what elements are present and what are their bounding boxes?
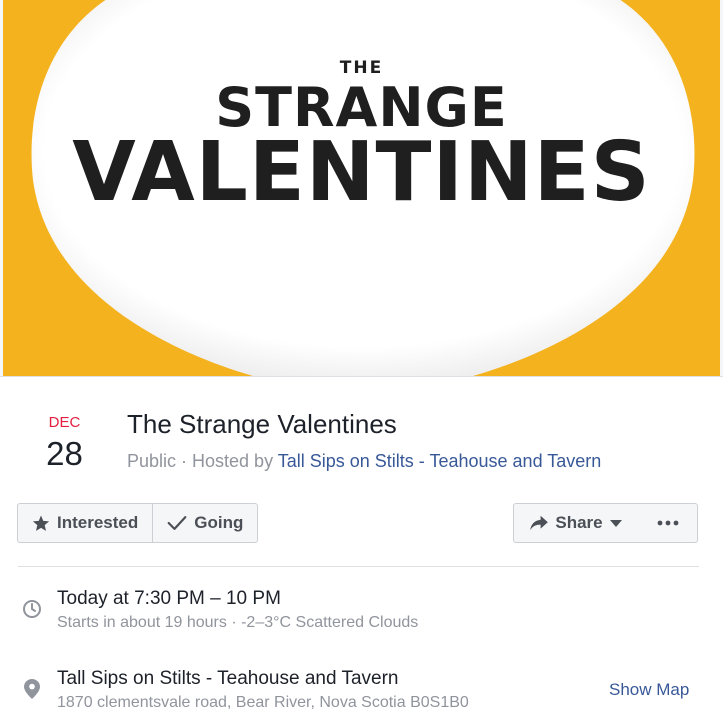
show-map-link[interactable]: Show Map (609, 680, 689, 700)
event-date-month: DEC (48, 414, 81, 431)
more-options-button[interactable] (638, 503, 698, 543)
event-time-detail: Starts in about 19 hours · -2–3°C Scatte… (57, 614, 419, 631)
rsvp-button-group: Interested Going (17, 503, 259, 543)
map-pin-icon (24, 679, 40, 699)
cover-text-valentines: VALENTINES (72, 125, 651, 220)
star-icon (32, 515, 50, 531)
event-address: 1870 clementsvale road, Bear River, Nova… (57, 694, 469, 711)
event-time[interactable]: Today at 7:30 PM – 10 PM (57, 588, 281, 610)
share-label: Share (555, 513, 603, 532)
going-button[interactable]: Going (152, 504, 257, 542)
share-arrow-icon (530, 515, 549, 531)
caret-down-icon (609, 520, 622, 527)
event-host-link[interactable]: Tall Sips on Stilts - Teahouse and Taver… (278, 451, 602, 471)
event-date-day: 28 (46, 435, 83, 472)
hosted-by-text: · Hosted by (176, 451, 278, 471)
more-dots-icon (657, 520, 678, 526)
interested-button[interactable]: Interested (18, 504, 152, 542)
event-date: DEC 28 (22, 413, 107, 474)
going-label: Going (194, 513, 244, 532)
cover-text-the: THE (339, 58, 384, 78)
interested-label: Interested (57, 513, 139, 532)
event-venue[interactable]: Tall Sips on Stilts - Teahouse and Taver… (57, 668, 399, 690)
check-icon (167, 516, 187, 530)
share-button[interactable]: Share (513, 503, 639, 543)
clock-icon (23, 600, 41, 618)
event-privacy: Public (127, 451, 177, 471)
cover-photo[interactable]: THE STRANGE VALENTINES (3, 0, 720, 376)
event-subtitle: Public · Hosted by Tall Sips on Stilts -… (127, 451, 601, 472)
section-divider (18, 566, 699, 567)
event-title: The Strange Valentines (127, 409, 397, 439)
